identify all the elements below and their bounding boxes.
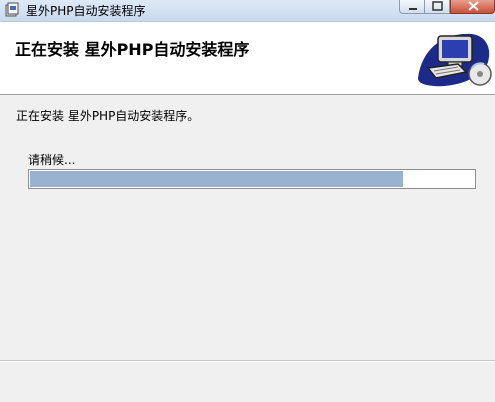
progress-bar-fill: [30, 171, 403, 187]
computer-install-icon: [418, 33, 492, 87]
header-banner: 正在安装 星外PHP自动安装程序: [0, 22, 495, 95]
footer-divider: [0, 360, 495, 362]
maximize-button[interactable]: [425, 0, 450, 14]
window-title: 星外PHP自动安装程序: [26, 4, 146, 18]
wait-label: 请稍候...: [28, 153, 76, 167]
page-title: 正在安装 星外PHP自动安装程序: [15, 40, 250, 59]
status-text: 正在安装 星外PHP自动安装程序。: [16, 109, 200, 123]
progress-bar: [28, 169, 476, 189]
minimize-button[interactable]: [399, 0, 425, 14]
maximize-icon: [432, 1, 443, 11]
minimize-icon: [409, 8, 417, 10]
close-button[interactable]: [450, 0, 495, 14]
close-icon: [468, 1, 479, 11]
installer-icon: [5, 2, 19, 17]
title-bar[interactable]: 星外PHP自动安装程序: [0, 0, 495, 22]
